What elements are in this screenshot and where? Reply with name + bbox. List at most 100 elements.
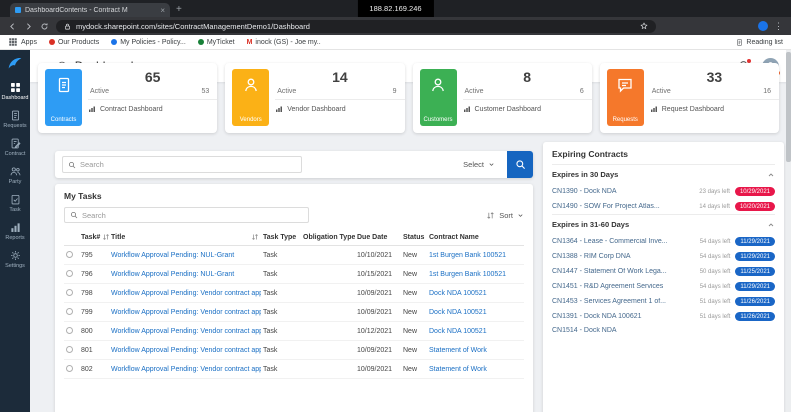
sidebar-item-dashboard[interactable]: Dashboard [0, 77, 30, 105]
days-left-label: 14 days left [699, 204, 730, 210]
obligation-type-cell [301, 265, 355, 284]
task-row: 796Workflow Approval Pending: NUL-GrantT… [64, 265, 524, 284]
sidebar-item-task[interactable]: Task [0, 189, 30, 217]
search-scope-select[interactable]: Select [463, 160, 495, 169]
sidebar-item-label: Settings [5, 263, 25, 269]
expiring-group-header[interactable]: Expires in 31-60 Days [552, 214, 775, 234]
task-title-link[interactable]: Workflow Approval Pending: Vendor contra… [111, 309, 261, 316]
task-row-select-cell [64, 322, 79, 341]
task-row-radio[interactable] [66, 327, 73, 334]
expiring-contract-name[interactable]: CN1391 - Dock NDA 100621 [552, 313, 695, 320]
contract-name-link[interactable]: Dock NDA 100521 [429, 290, 487, 297]
title-header[interactable]: Title [109, 230, 261, 246]
due-date-cell: 10/15/2021 [355, 265, 401, 284]
browser-menu-icon[interactable]: ⋮ [774, 21, 783, 32]
contract-name-link[interactable]: 1st Burgen Bank 100521 [429, 271, 506, 278]
task-row-radio[interactable] [66, 365, 73, 372]
scrollbar-thumb[interactable] [786, 52, 791, 162]
refresh-icon[interactable] [40, 22, 49, 31]
bookmark-item[interactable]: My Policies - Policy... [111, 39, 186, 46]
expiring-contract-name[interactable]: CN1388 - RIM Corp DNA [552, 253, 695, 260]
task-row-radio[interactable] [66, 346, 73, 353]
task-row-select-cell [64, 341, 79, 360]
contract-name-header[interactable]: Contract Name [427, 230, 524, 246]
task-row-radio[interactable] [66, 251, 73, 258]
sidebar-item-label: Dashboard [2, 95, 29, 101]
task-type-header[interactable]: Task Type [261, 230, 301, 246]
tasks-table: Task# Title Task Type Obligation Type Du… [64, 230, 524, 379]
kpi-dashboard-link[interactable]: Request Dashboard [650, 100, 779, 113]
bookmark-item[interactable]: Our Products [49, 39, 99, 46]
expiring-contract-name[interactable]: CN1514 - Dock NDA [552, 327, 770, 334]
global-search-input[interactable] [80, 160, 296, 169]
expiring-contract-name[interactable]: CN1364 - Lease - Commercial Inve... [552, 238, 695, 245]
kpi-tile: Requests [607, 69, 644, 126]
expiry-date-badge: 11/29/2021 [735, 252, 775, 261]
expiring-contract-item: CN1390 - Dock NDA23 days left10/29/2021 [552, 184, 775, 199]
task-number-header[interactable]: Task# [79, 230, 109, 246]
sidebar-item-settings[interactable]: Settings [0, 245, 30, 273]
reading-list-icon [736, 39, 743, 46]
task-title-link[interactable]: Workflow Approval Pending: Vendor contra… [111, 366, 261, 373]
task-row-radio[interactable] [66, 289, 73, 296]
bookmark-item[interactable]: MyTicket [198, 39, 235, 46]
contract-name-link[interactable]: Statement of Work [429, 347, 487, 354]
browser-tab[interactable]: DashboardContents - Contract M × [10, 3, 170, 17]
sidebar-item-party[interactable]: Party [0, 161, 30, 189]
sidebar-item-requests[interactable]: Requests [0, 105, 30, 133]
back-icon[interactable] [8, 22, 17, 31]
task-title-cell: Workflow Approval Pending: NUL-Grant [109, 246, 261, 265]
obligation-type-header[interactable]: Obligation Type [301, 230, 355, 246]
browser-profile-avatar[interactable] [758, 21, 768, 31]
tasks-search-input[interactable] [82, 211, 303, 220]
task-title-link[interactable]: Workflow Approval Pending: Vendor contra… [111, 328, 261, 335]
bookmark-item[interactable]: Minock (GS) - Joe my.. [247, 39, 321, 46]
contract-name-link[interactable]: Dock NDA 100521 [429, 309, 487, 316]
expiring-contract-name[interactable]: CN1451 - R&D Agreement Services [552, 283, 695, 290]
address-bar[interactable]: mydock.sharepoint.com/sites/ContractMana… [56, 20, 656, 33]
tab-close-icon[interactable]: × [160, 6, 165, 15]
reading-list-button[interactable]: Reading list [736, 39, 783, 46]
bookmark-item[interactable]: Apps [8, 37, 37, 47]
forward-icon[interactable] [24, 22, 33, 31]
contract-name-link[interactable]: Dock NDA 100521 [429, 328, 487, 335]
new-tab-button[interactable]: + [176, 2, 182, 17]
sort-control[interactable]: Sort [486, 211, 524, 220]
tasks-tbody: 795Workflow Approval Pending: NUL-GrantT… [64, 246, 524, 379]
bookmarks-bar: Apps Our Products My Policies - Policy... M… [0, 35, 791, 50]
sidebar-item-reports[interactable]: Reports [0, 217, 30, 245]
expiring-group-header[interactable]: Expires in 30 Days [552, 164, 775, 184]
expiring-contract-name[interactable]: CN1490 - SOW For Project Atlas... [552, 203, 694, 210]
task-title-cell: Workflow Approval Pending: Vendor contra… [109, 341, 261, 360]
chevron-down-icon [488, 161, 495, 168]
kpi-tile-label: Vendors [240, 117, 262, 123]
kpi-dashboard-link[interactable]: Customer Dashboard [463, 100, 592, 113]
contract-name-cell: Statement of Work [427, 360, 524, 379]
kpi-dashboard-link[interactable]: Contract Dashboard [88, 100, 217, 113]
page-scrollbar[interactable] [786, 50, 791, 412]
search-button[interactable] [507, 151, 533, 178]
sidebar-item-contract[interactable]: Contract [0, 133, 30, 161]
expiring-contract-name[interactable]: CN1390 - Dock NDA [552, 188, 694, 195]
task-title-link[interactable]: Workflow Approval Pending: NUL-Grant [111, 252, 234, 259]
expiring-contract-name[interactable]: CN1447 - Statement Of Work Lega... [552, 268, 695, 275]
tasks-table-header: Task# Title Task Type Obligation Type Du… [64, 230, 524, 246]
contract-name-link[interactable]: Statement of Work [429, 366, 487, 373]
bookmark-label: My Policies - Policy... [120, 39, 186, 46]
task-title-link[interactable]: Workflow Approval Pending: Vendor contra… [111, 347, 261, 354]
kpi-dashboard-link[interactable]: Vendor Dashboard [275, 100, 404, 113]
due-date-header[interactable]: Due Date [355, 230, 401, 246]
task-row-radio[interactable] [66, 270, 73, 277]
my-tasks-card: My Tasks Sort [55, 184, 533, 412]
app-logo[interactable] [6, 55, 24, 73]
notification-dot [747, 59, 751, 63]
days-left-label: 50 days left [700, 269, 731, 275]
status-header[interactable]: Status [401, 230, 427, 246]
contract-name-link[interactable]: 1st Burgen Bank 100521 [429, 252, 506, 259]
task-title-link[interactable]: Workflow Approval Pending: NUL-Grant [111, 271, 234, 278]
kpi-count: 14 [275, 63, 404, 85]
task-title-link[interactable]: Workflow Approval Pending: Vendor contra… [111, 290, 261, 297]
task-row-radio[interactable] [66, 308, 73, 315]
expiring-contract-name[interactable]: CN1453 - Services Agreement 1 of... [552, 298, 695, 305]
bookmark-star-icon[interactable] [640, 22, 648, 30]
